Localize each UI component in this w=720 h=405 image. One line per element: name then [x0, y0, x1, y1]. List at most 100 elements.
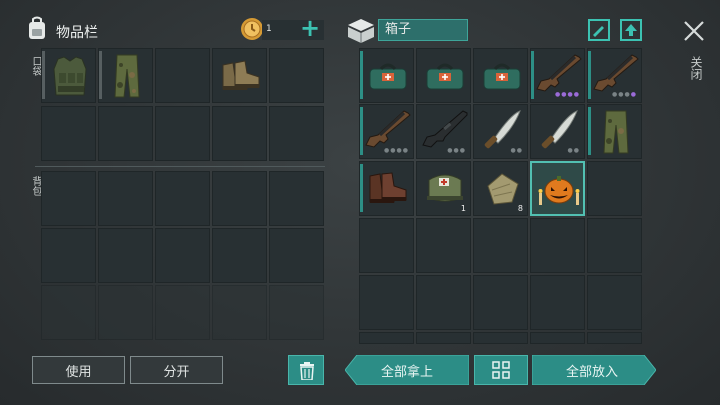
game-inventory-screen: 物品栏 1 + 口袋 背包 使用 分开 箱子 关闭 ●●●● ●●●● ●●●●… [0, 0, 720, 405]
split-button[interactable]: 分开 [130, 356, 223, 384]
chest-slot-camo-pants[interactable] [587, 104, 642, 159]
chest-title: 箱子 [378, 19, 468, 41]
pocket-slot-vest[interactable] [41, 48, 96, 103]
backpack-slot[interactable] [269, 228, 324, 283]
divider [35, 166, 325, 167]
backpack-slot[interactable] [155, 171, 210, 226]
camo-pants-icon [603, 110, 629, 154]
chest-slot-empty[interactable] [530, 332, 585, 344]
backpack-slot[interactable] [98, 171, 153, 226]
rarity-dots: ●●●● [384, 147, 409, 154]
pocket-slot-boots[interactable] [212, 48, 267, 103]
chest-slot-empty[interactable] [587, 218, 642, 273]
chest-slot-leather-boots[interactable] [359, 161, 414, 216]
chest-slot-empty[interactable] [473, 218, 528, 273]
medkit-bag-icon [369, 63, 407, 90]
tactical-vest-icon [53, 56, 87, 96]
chest-slot-pumpkin-lantern-selected[interactable] [530, 161, 585, 216]
chest-slot-empty[interactable] [587, 332, 642, 344]
backpack-slot[interactable] [41, 228, 96, 283]
put-all-label: 全部放入 [565, 364, 618, 380]
ak-rifle-icon [365, 110, 411, 148]
chest-slot-medkit-bag[interactable] [359, 48, 414, 103]
backpack-slot[interactable] [269, 171, 324, 226]
rename-button[interactable] [588, 19, 610, 41]
backpack-slot[interactable] [41, 171, 96, 226]
chest-slot-empty[interactable] [530, 218, 585, 273]
upload-arrow-icon [625, 24, 637, 36]
m16-rifle-icon [422, 110, 468, 148]
chest-slot-empty[interactable] [416, 275, 471, 330]
ak-rifle-icon [536, 54, 582, 92]
backpack-slot[interactable] [212, 228, 267, 283]
pocket-slot-empty-9[interactable] [212, 106, 267, 161]
chest-slot-ak-rifle[interactable]: ●●●● [359, 104, 414, 159]
chest-slot-machete[interactable]: ●● [473, 104, 528, 159]
first-aid-bag-icon [427, 174, 463, 202]
item-count: 1 [460, 204, 466, 213]
chest-slot-ak-rifle[interactable]: ●●●● [530, 48, 585, 103]
pocket-slot-pants[interactable] [98, 48, 153, 103]
pocket-slot-empty-6[interactable] [41, 106, 96, 161]
put-all-button[interactable]: 全部放入 [532, 355, 656, 385]
rarity-dots: ●●● [447, 147, 466, 154]
chest-slot-empty[interactable] [359, 218, 414, 273]
chest-slot-empty[interactable] [359, 332, 414, 344]
add-coins-button[interactable]: + [300, 16, 320, 40]
close-button[interactable] [683, 20, 705, 42]
chest-slot-m16-rifle[interactable]: ●●● [416, 104, 471, 159]
chest-slot-empty[interactable] [587, 161, 642, 216]
chest-slot-medkit-bag[interactable] [416, 48, 471, 103]
medkit-bag-icon [483, 63, 521, 90]
rarity-dots: ●●●● [555, 91, 580, 98]
chest-slot-empty[interactable] [530, 275, 585, 330]
pocket-slot-empty-7[interactable] [98, 106, 153, 161]
rarity-dots: ●● [567, 147, 580, 154]
sort-button[interactable] [474, 355, 528, 385]
close-icon [684, 21, 704, 41]
take-all-button[interactable]: 全部拿上 [345, 355, 469, 385]
backpack-slot-locked [41, 285, 96, 340]
use-button[interactable]: 使用 [32, 356, 125, 384]
coin-count: 1 [266, 24, 272, 34]
pumpkin-lantern-icon [538, 176, 580, 205]
chest-slot-cloth-scrap[interactable]: 8 [473, 161, 528, 216]
trash-icon [300, 362, 314, 380]
backpack-slot-locked [269, 285, 324, 340]
chest-slot-first-aid-bag[interactable]: 1 [416, 161, 471, 216]
camo-pants-icon [114, 54, 140, 98]
backpack-icon [26, 16, 48, 40]
chest-slot-empty[interactable] [587, 275, 642, 330]
pocket-slot-empty-8[interactable] [155, 106, 210, 161]
chest-slot-machete[interactable]: ●● [530, 104, 585, 159]
chest-slot-empty[interactable] [473, 332, 528, 344]
medkit-bag-icon [426, 63, 464, 90]
upgrade-button[interactable] [620, 19, 642, 41]
hiking-boots-icon [222, 60, 260, 90]
chest-slot-empty[interactable] [473, 275, 528, 330]
chest-slot-empty[interactable] [359, 275, 414, 330]
pocket-slot-empty-3[interactable] [155, 48, 210, 103]
chest-slot-medkit-bag[interactable] [473, 48, 528, 103]
chest-icon [346, 15, 376, 43]
take-all-label: 全部拿上 [380, 364, 433, 380]
backpack-slot[interactable] [98, 228, 153, 283]
chest-slot-empty[interactable] [416, 332, 471, 344]
chest-slot-ak-rifle[interactable]: ●●●● [587, 48, 642, 103]
backpack-slot-locked [155, 285, 210, 340]
inventory-title: 物品栏 [56, 25, 98, 41]
edit-icon [593, 26, 604, 37]
rarity-dots: ●● [510, 147, 523, 154]
chest-slot-empty[interactable] [416, 218, 471, 273]
item-count: 8 [517, 204, 523, 213]
pocket-slot-empty-5[interactable] [269, 48, 324, 103]
backpack-slot[interactable] [212, 171, 267, 226]
coin-icon [240, 17, 264, 41]
backpack-slot[interactable] [155, 228, 210, 283]
trash-button[interactable] [288, 355, 324, 385]
rarity-dots: ●●●● [612, 91, 637, 98]
pocket-slot-empty-10[interactable] [269, 106, 324, 161]
ak-rifle-icon [593, 54, 639, 92]
grid-sort-icon [492, 361, 510, 379]
leather-boots-icon [369, 172, 407, 203]
